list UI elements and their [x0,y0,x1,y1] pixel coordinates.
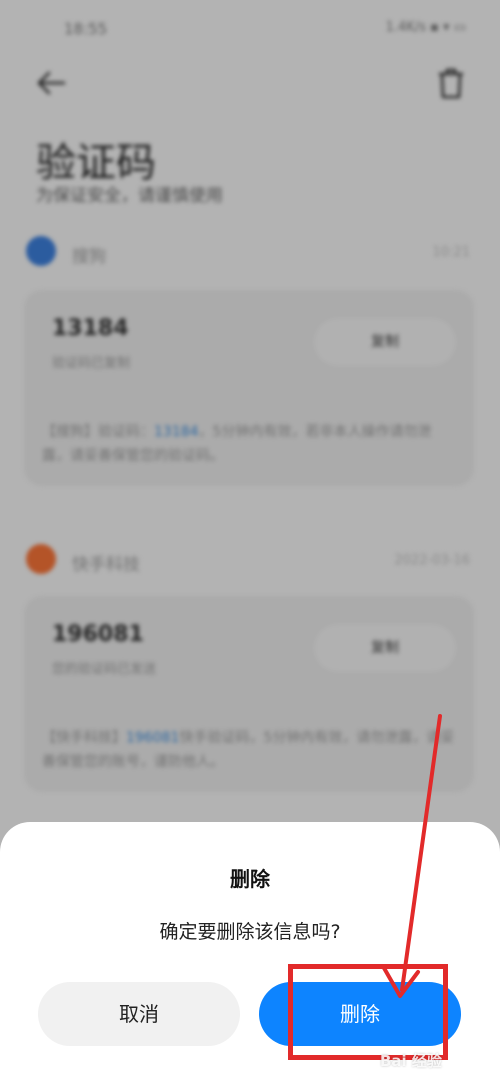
dialog-message: 确定要删除该信息吗? [159,921,341,943]
cancel-button[interactable]: 取消 [38,982,240,1046]
dialog-title: 删除 [230,867,270,891]
annotation-highlight-box [288,964,448,1060]
watermark-logo: Bai 经验 [380,1052,442,1070]
